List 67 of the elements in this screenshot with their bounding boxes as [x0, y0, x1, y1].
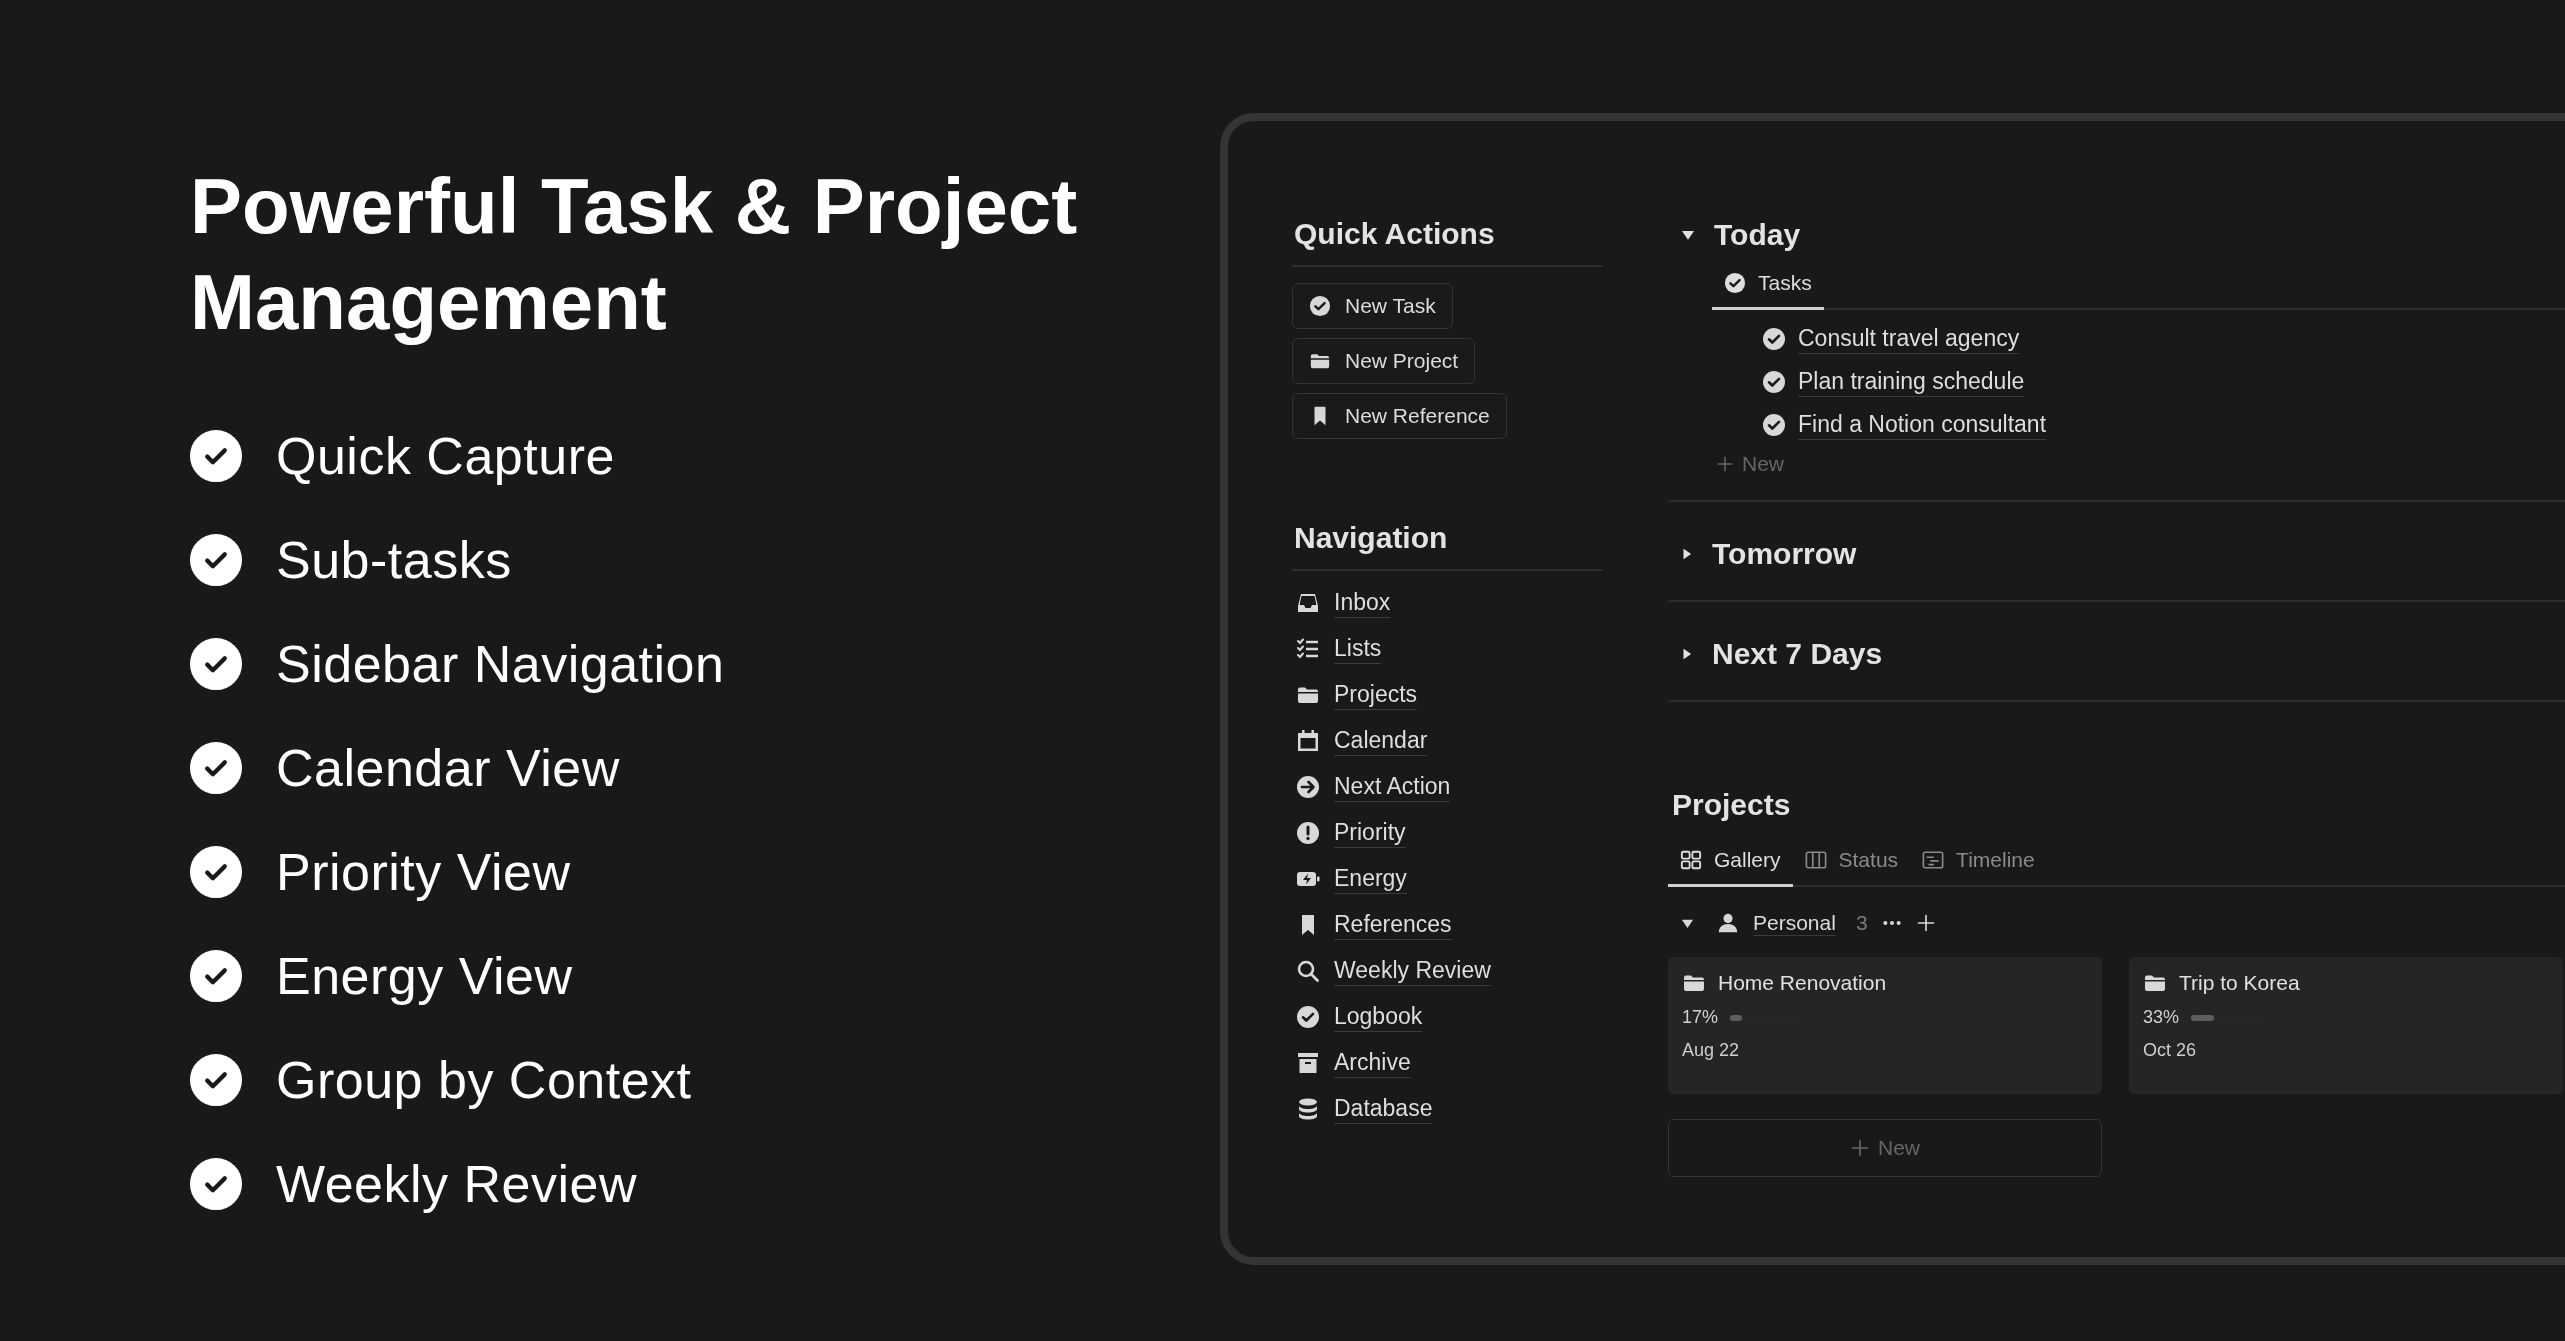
section-title: Projects: [1671, 788, 1792, 822]
plus-icon: [1850, 1138, 1870, 1158]
exclamation-circle-icon: [1296, 820, 1320, 845]
project-card[interactable]: Home Renovation 17% Aug 22: [1668, 957, 2102, 1094]
section-heading: Navigation: [1292, 521, 1603, 571]
quick-action-button[interactable]: New Reference: [1292, 393, 1507, 439]
progress-percent: 17%: [1682, 1007, 1719, 1028]
check-circle-icon: [1309, 295, 1331, 317]
feature-label: Calendar View: [276, 738, 620, 798]
checklist-icon: [1296, 636, 1320, 661]
nav-link[interactable]: Priority: [1334, 817, 1406, 848]
plus-icon[interactable]: [1915, 913, 1936, 933]
task-link[interactable]: Find a Notion consultant: [1798, 409, 2047, 440]
headline: Powerful Task & Project Management: [190, 161, 1079, 348]
quick-action-button[interactable]: New Task: [1292, 283, 1453, 329]
check-circle-icon: [1762, 369, 1786, 394]
timeline-icon: [1922, 849, 1945, 871]
project-title: Trip to Korea: [2179, 971, 2300, 995]
feature-label: Energy View: [276, 946, 573, 1006]
section-heading: Quick Actions: [1292, 217, 1603, 267]
grid-icon: [1680, 849, 1702, 871]
view-tab[interactable]: Status: [1792, 840, 1911, 887]
feature-label: Sub-tasks: [276, 530, 512, 590]
nav-link[interactable]: Lists: [1334, 633, 1382, 664]
feature-label: Priority View: [276, 842, 571, 902]
progress-percent: 33%: [2143, 1007, 2180, 1028]
project-date: Oct 26: [2143, 1040, 2198, 1061]
nav-link[interactable]: Logbook: [1334, 1001, 1423, 1032]
task-link[interactable]: Consult travel agency: [1798, 323, 2020, 354]
nav-link[interactable]: Calendar: [1334, 725, 1428, 756]
check-circle-icon: [1296, 1004, 1320, 1029]
nav-link[interactable]: Database: [1334, 1093, 1433, 1124]
task-link[interactable]: Plan training schedule: [1798, 366, 2025, 397]
nav-link[interactable]: Inbox: [1334, 587, 1391, 618]
view-tab[interactable]: Timeline: [1910, 840, 2047, 887]
feature-label: Group by Context: [276, 1050, 692, 1110]
nav-link[interactable]: Projects: [1334, 679, 1418, 710]
project-card[interactable]: Trip to Korea 33% Oct 26: [2129, 957, 2563, 1094]
nav-link[interactable]: Next Action: [1334, 771, 1451, 802]
feature-label: Quick Capture: [276, 426, 615, 486]
nav-link[interactable]: Weekly Review: [1334, 955, 1491, 986]
section-title: Today: [1714, 218, 1801, 252]
project-title: Home Renovation: [1718, 971, 1887, 995]
check-circle-icon: [1724, 272, 1746, 294]
section-title: Next 7 Days: [1712, 637, 1883, 671]
calendar-icon: [1296, 728, 1320, 753]
plus-icon: [1716, 455, 1734, 473]
view-tab[interactable]: Tasks: [1712, 263, 1824, 310]
quick-action-button[interactable]: New Project: [1292, 338, 1476, 384]
nav-link[interactable]: Energy: [1334, 863, 1407, 894]
section-title: Tomorrow: [1712, 537, 1857, 571]
feature-label: Sidebar Navigation: [276, 634, 725, 694]
check-circle-icon: [1762, 412, 1786, 437]
group-name: Personal: [1753, 910, 1836, 936]
person-icon: [1717, 912, 1739, 934]
nav-link[interactable]: Archive: [1334, 1047, 1411, 1078]
feature-label: Weekly Review: [276, 1154, 637, 1214]
nav-link[interactable]: References: [1334, 909, 1452, 940]
columns-icon: [1804, 849, 1827, 871]
archive-box-icon: [1296, 1050, 1320, 1075]
group-count: 3: [1855, 911, 1868, 935]
project-date: Aug 22: [1682, 1040, 1741, 1061]
database-icon: [1296, 1096, 1320, 1121]
search-icon: [1296, 958, 1320, 983]
arrow-circle-icon: [1296, 774, 1320, 799]
check-circle-icon: [1762, 326, 1786, 351]
view-tab[interactable]: Gallery: [1668, 840, 1793, 887]
